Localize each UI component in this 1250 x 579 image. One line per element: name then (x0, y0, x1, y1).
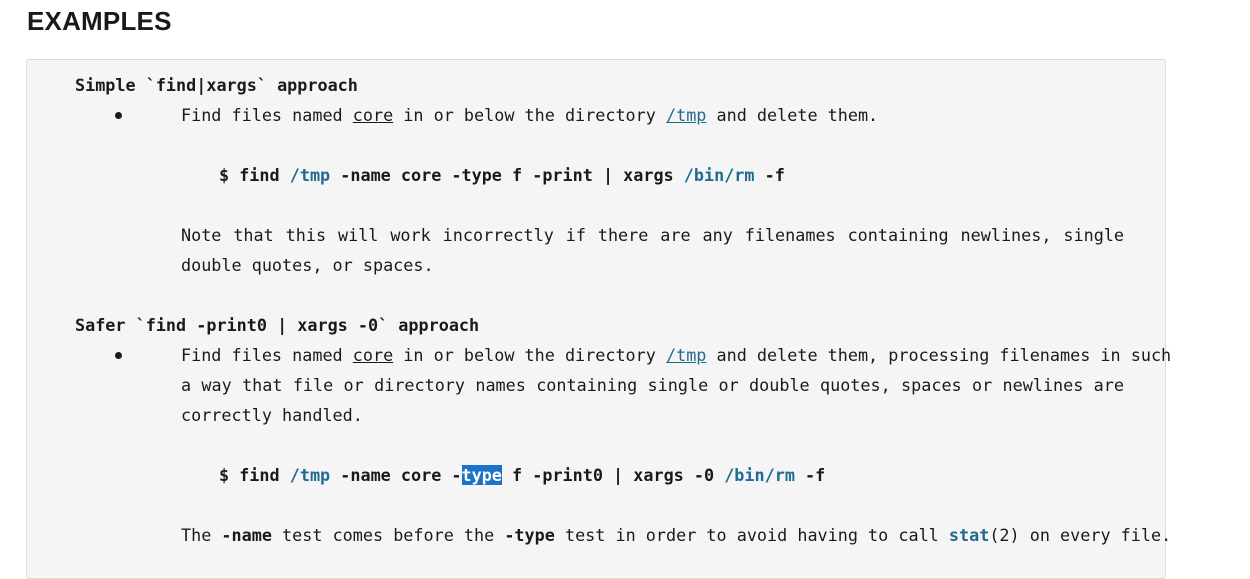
core-term: core (352, 345, 394, 365)
example1-bullet-icon (115, 112, 122, 119)
example2-command: $ find /tmp -name core -type f -print0 |… (219, 465, 826, 485)
stat-link[interactable]: stat (949, 525, 989, 545)
example1-command: $ find /tmp -name core -type f -print | … (219, 165, 785, 185)
tmp-link[interactable]: /tmp (666, 105, 706, 125)
core-term: core (352, 105, 394, 125)
example2-heading: Safer `find -print0 | xargs -0` approach (75, 315, 480, 335)
example1-note-line1: Note that this will work incorrectly if … (181, 225, 1124, 245)
example2-description-line3: correctly handled. (181, 405, 363, 425)
selected-text[interactable]: type (461, 465, 502, 485)
example2-note: The -name test comes before the -type te… (181, 525, 1172, 545)
example1-heading: Simple `find|xargs` approach (75, 75, 358, 95)
example2-bullet-icon (115, 352, 122, 359)
section-title: EXAMPLES (27, 6, 172, 36)
example1-note-line2: double quotes, or spaces. (181, 255, 434, 275)
example2-description-line2: a way that file or directory names conta… (181, 375, 1124, 395)
example2-description-line1: Find files named core in or below the di… (181, 345, 1172, 365)
tmp-link[interactable]: /tmp (666, 345, 706, 365)
example1-description: Find files named core in or below the di… (181, 105, 879, 125)
